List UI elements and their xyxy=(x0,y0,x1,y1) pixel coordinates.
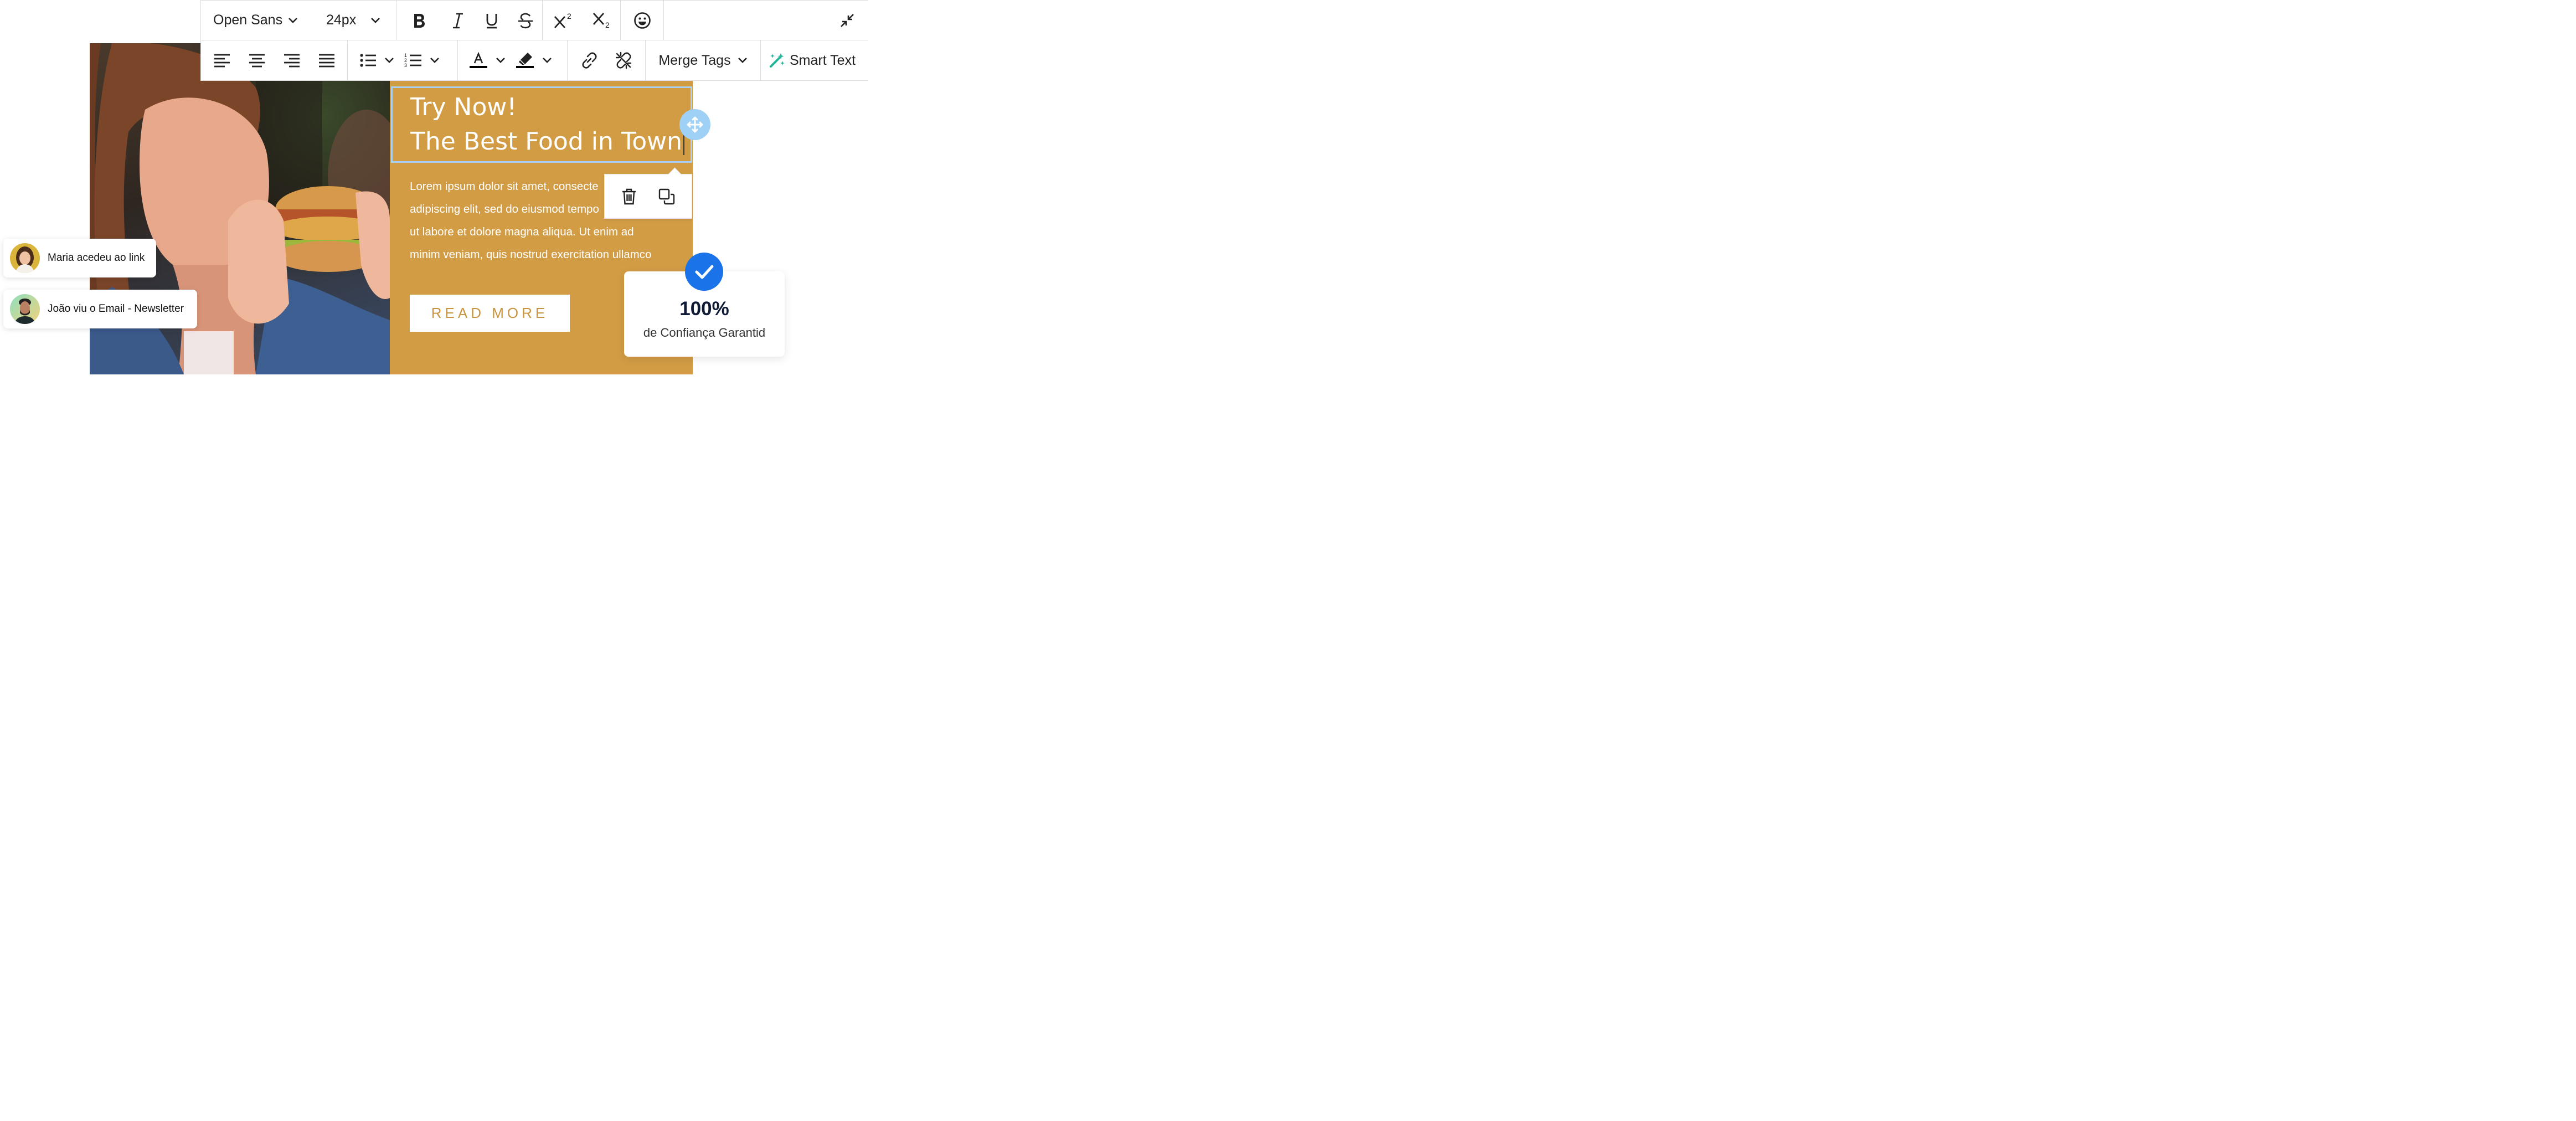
align-left-button[interactable] xyxy=(213,40,231,80)
merge-tags-group: Merge Tags xyxy=(646,40,761,80)
trust-percent: 100% xyxy=(679,298,729,320)
underline-icon xyxy=(486,13,497,28)
minimize-arrows-icon xyxy=(841,13,854,27)
svg-text:2: 2 xyxy=(567,12,571,20)
text-style-group xyxy=(396,1,543,40)
emoji-group xyxy=(621,1,664,40)
superscript-button[interactable]: 2 xyxy=(543,1,585,40)
bold-icon xyxy=(414,13,425,28)
superscript-icon: 2 xyxy=(554,12,571,28)
script-group: 2 2 xyxy=(543,1,621,40)
text-color-button[interactable] xyxy=(469,40,506,80)
font-controls-group: Open Sans 24px xyxy=(201,1,396,40)
notification-text: Maria acedeu ao link xyxy=(48,252,145,264)
smart-text-button[interactable]: Smart Text xyxy=(769,40,856,80)
remove-link-button[interactable] xyxy=(614,40,633,80)
insert-link-button[interactable] xyxy=(580,40,599,80)
body-line: minim veniam, quis nostrud exercitation … xyxy=(410,248,652,261)
align-right-button[interactable] xyxy=(282,40,301,80)
chevron-down-icon xyxy=(385,58,394,63)
smart-text-label: Smart Text xyxy=(790,52,856,68)
list-group: 123 xyxy=(348,40,458,80)
read-more-button[interactable]: READ MORE xyxy=(410,295,570,332)
link-group xyxy=(568,40,646,80)
numbered-list-button[interactable]: 123 xyxy=(404,40,440,80)
heading-line-1[interactable]: Try Now! xyxy=(410,90,691,124)
chevron-down-icon xyxy=(371,17,380,23)
man-avatar xyxy=(10,294,40,324)
italic-icon xyxy=(452,13,463,28)
svg-text:2: 2 xyxy=(605,20,610,29)
woman-avatar xyxy=(10,243,40,273)
chevron-down-icon xyxy=(496,58,505,63)
collapse-toolbar-button[interactable] xyxy=(826,1,868,40)
check-badge xyxy=(685,253,723,291)
smart-text-group: Smart Text xyxy=(761,40,868,80)
strikethrough-button[interactable] xyxy=(509,1,542,40)
avatar xyxy=(10,294,40,324)
magic-wand-icon xyxy=(770,53,785,68)
align-left-icon xyxy=(214,54,230,68)
bullet-list-icon xyxy=(360,54,376,67)
bullet-list-button[interactable] xyxy=(359,40,394,80)
highlight-color-button[interactable] xyxy=(516,40,552,80)
heading-line-2[interactable]: The Best Food in Town xyxy=(410,124,691,158)
color-group xyxy=(458,40,568,80)
strikethrough-icon xyxy=(518,13,533,28)
font-size-dropdown[interactable]: 24px xyxy=(312,1,395,40)
avatar xyxy=(10,243,40,273)
font-family-value: Open Sans xyxy=(213,12,283,28)
move-arrows-icon xyxy=(687,116,703,133)
body-line: ut labore et dolore magna aliqua. Ut eni… xyxy=(410,225,634,238)
chevron-down-icon xyxy=(543,58,552,63)
link-icon xyxy=(582,52,597,69)
heading-text-block[interactable]: Try Now! The Best Food in Town xyxy=(391,86,692,163)
smiley-icon xyxy=(633,12,651,29)
emoji-button[interactable] xyxy=(621,1,663,40)
heading-line-2-text: The Best Food in Town xyxy=(410,127,683,156)
chevron-down-icon xyxy=(288,17,298,23)
align-justify-icon xyxy=(318,54,334,68)
alignment-group xyxy=(201,40,348,80)
unlink-icon xyxy=(615,52,632,69)
subscript-icon: 2 xyxy=(593,12,610,29)
duplicate-icon xyxy=(659,188,675,204)
align-center-button[interactable] xyxy=(248,40,266,80)
bold-button[interactable] xyxy=(396,1,441,40)
formatting-toolbar-row-1: Open Sans 24px 2 2 xyxy=(200,0,868,40)
underline-button[interactable] xyxy=(475,1,509,40)
merge-tags-dropdown[interactable]: Merge Tags xyxy=(658,40,747,80)
chevron-down-icon xyxy=(430,58,439,63)
move-handle[interactable] xyxy=(679,109,710,140)
notification-card: João viu o Email - Newsletter xyxy=(3,290,197,328)
merge-tags-label: Merge Tags xyxy=(658,52,731,68)
numbered-list-icon: 123 xyxy=(404,53,421,68)
font-size-value: 24px xyxy=(326,12,357,28)
formatting-toolbar-row-2: 123 Merge Tags Smart Text xyxy=(200,40,868,81)
highlighter-icon xyxy=(516,53,534,68)
subscript-button[interactable]: 2 xyxy=(585,1,620,40)
chevron-down-icon xyxy=(738,58,747,63)
align-justify-button[interactable] xyxy=(317,40,336,80)
text-color-icon xyxy=(470,52,487,68)
notification-text: João viu o Email - Newsletter xyxy=(48,303,184,315)
align-right-icon xyxy=(284,54,300,68)
duplicate-block-button[interactable] xyxy=(658,174,676,218)
delete-block-button[interactable] xyxy=(621,174,637,218)
notification-card: Maria acedeu ao link xyxy=(3,239,156,277)
font-family-dropdown[interactable]: Open Sans xyxy=(201,1,312,40)
align-center-icon xyxy=(249,54,265,68)
trust-caption: de Confiança Garantid xyxy=(643,326,766,340)
italic-button[interactable] xyxy=(441,1,475,40)
block-actions-popover xyxy=(604,174,692,219)
svg-text:3: 3 xyxy=(404,63,407,68)
checkmark-icon xyxy=(695,265,713,279)
trash-icon xyxy=(622,188,636,204)
